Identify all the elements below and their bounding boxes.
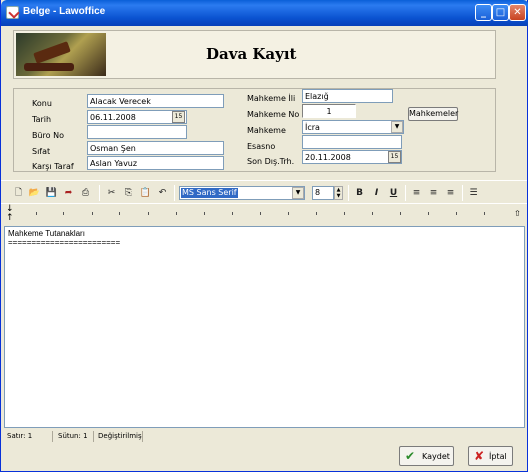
align-right-icon[interactable]: ≡ [444, 187, 457, 199]
sifat-field[interactable]: Osman Şen [87, 141, 224, 155]
konu-label: Konu [32, 99, 52, 108]
divider [1, 180, 527, 181]
right-margin-icon[interactable]: ⇧ [514, 209, 521, 218]
status-line: Satır: 1 [7, 432, 33, 440]
new-document-icon[interactable]: 🗋 [12, 187, 25, 199]
font-size-field[interactable]: 8 [312, 186, 334, 200]
cross-icon: ✘ [474, 449, 485, 463]
mahkeme-select[interactable]: İcra [302, 120, 404, 134]
status-divider [93, 431, 94, 442]
title-bar[interactable]: Belge - Lawoffice _ □ ✕ [1, 0, 528, 26]
ruler-tick [484, 212, 485, 215]
toolbar-separator [174, 185, 175, 201]
status-divider [52, 431, 53, 442]
chevron-down-icon[interactable]: ▼ [391, 121, 403, 133]
editor-line: ======================== [8, 238, 121, 247]
karsi-taraf-label: Karşı Taraf [32, 162, 74, 171]
mahkeme-no-field[interactable]: 1 [302, 104, 356, 118]
karsi-taraf-field[interactable]: Aslan Yavuz [87, 156, 224, 170]
ruler-tick [428, 212, 429, 215]
mahkeme-ili-field[interactable]: Elazığ [302, 89, 393, 103]
save-label: Kaydet [422, 452, 450, 461]
esasno-label: Esasno [247, 142, 276, 151]
align-left-icon[interactable]: ≡ [410, 187, 423, 199]
page-title: Dava Kayıt [206, 45, 297, 63]
buro-label: Büro No [32, 131, 64, 140]
ruler-tick [119, 212, 120, 215]
font-name: MS Sans Serif [181, 188, 238, 198]
ruler-tick [344, 212, 345, 215]
app-icon[interactable] [6, 6, 19, 19]
toolbar-separator [405, 185, 406, 201]
status-bar: Satır: 1 Sütun: 1 Değiştirilmiş [4, 430, 525, 443]
undo-icon[interactable]: ↶ [156, 187, 169, 199]
close-icon: ✕ [513, 7, 522, 18]
maximize-button[interactable]: □ [492, 4, 509, 21]
minimize-icon: _ [481, 7, 486, 18]
ruler-tick [36, 212, 37, 215]
close-button[interactable]: ✕ [509, 4, 526, 21]
main-window: Belge - Lawoffice _ □ ✕ Dava Kayıt Konu … [0, 0, 528, 472]
save-button[interactable]: ✔ Kaydet [399, 446, 454, 466]
minimize-button[interactable]: _ [475, 4, 492, 21]
konu-field[interactable]: Alacak Verecek [87, 94, 224, 108]
bullet-list-icon[interactable]: ☰ [467, 187, 480, 199]
paste-icon[interactable]: 📋 [139, 187, 152, 199]
print-icon[interactable]: ⎙ [79, 187, 92, 199]
editor-line: Mahkeme Tutanakları [8, 229, 85, 238]
ruler-tick [63, 212, 64, 215]
ruler-tick [400, 212, 401, 215]
tarih-label: Tarih [32, 115, 52, 124]
esasno-field[interactable] [302, 135, 402, 149]
bold-button[interactable]: B [353, 187, 366, 199]
underline-button[interactable]: U [387, 187, 400, 199]
chevron-down-icon[interactable]: ▼ [292, 187, 304, 199]
mahkemeler-button[interactable]: Mahkemeler [408, 107, 458, 121]
window-title: Belge - Lawoffice [23, 6, 106, 17]
ruler-tick [288, 212, 289, 215]
italic-button[interactable]: I [370, 187, 383, 199]
gavel-logo [16, 33, 106, 76]
maximize-icon: □ [495, 7, 506, 18]
align-center-icon[interactable]: ≡ [427, 187, 440, 199]
size-spinner[interactable]: ▲ ▼ [334, 186, 343, 200]
mahkeme-label: Mahkeme [247, 126, 286, 135]
open-folder-icon[interactable]: 📂 [28, 187, 41, 199]
toolbar-separator [99, 185, 100, 201]
son-durusma-label: Son Dış.Trh. [247, 157, 295, 166]
sifat-label: Sıfat [32, 147, 51, 156]
header-panel: Dava Kayıt [13, 30, 496, 79]
toolbar-separator [348, 185, 349, 201]
font-select[interactable]: MS Sans Serif ▼ [179, 186, 305, 200]
save-icon[interactable]: 💾 [45, 187, 58, 199]
status-column: Sütun: 1 [58, 432, 88, 440]
indent-marker-icon[interactable]: ↓ ↑ [6, 205, 14, 223]
copy-icon[interactable]: ⎘ [122, 187, 135, 199]
ruler-tick [232, 212, 233, 215]
mahkeme-ili-label: Mahkeme İli [247, 94, 296, 103]
calendar-icon[interactable]: 15 [172, 111, 185, 123]
ruler-tick [176, 212, 177, 215]
ruler-tick [148, 212, 149, 215]
mahkeme-no-label: Mahkeme No [247, 110, 300, 119]
export-icon[interactable]: ➦ [62, 187, 75, 199]
toolbar-separator [462, 185, 463, 201]
ruler-tick [372, 212, 373, 215]
son-durusma-field[interactable]: 20.11.2008 [302, 150, 402, 164]
ruler-tick [456, 212, 457, 215]
buro-field[interactable] [87, 125, 187, 139]
calendar-icon[interactable]: 15 [388, 151, 401, 163]
ruler[interactable] [1, 204, 527, 226]
ruler-tick [316, 212, 317, 215]
cut-icon[interactable]: ✂ [105, 187, 118, 199]
status-modified: Değiştirilmiş [98, 432, 142, 440]
rich-text-editor[interactable]: Mahkeme Tutanakları ====================… [4, 226, 525, 428]
checkmark-icon: ✔ [405, 449, 416, 463]
cancel-label: İptal [489, 452, 507, 461]
status-divider [142, 431, 143, 442]
ruler-tick [92, 212, 93, 215]
ruler-tick [260, 212, 261, 215]
cancel-button[interactable]: ✘ İptal [468, 446, 513, 466]
ruler-tick [204, 212, 205, 215]
